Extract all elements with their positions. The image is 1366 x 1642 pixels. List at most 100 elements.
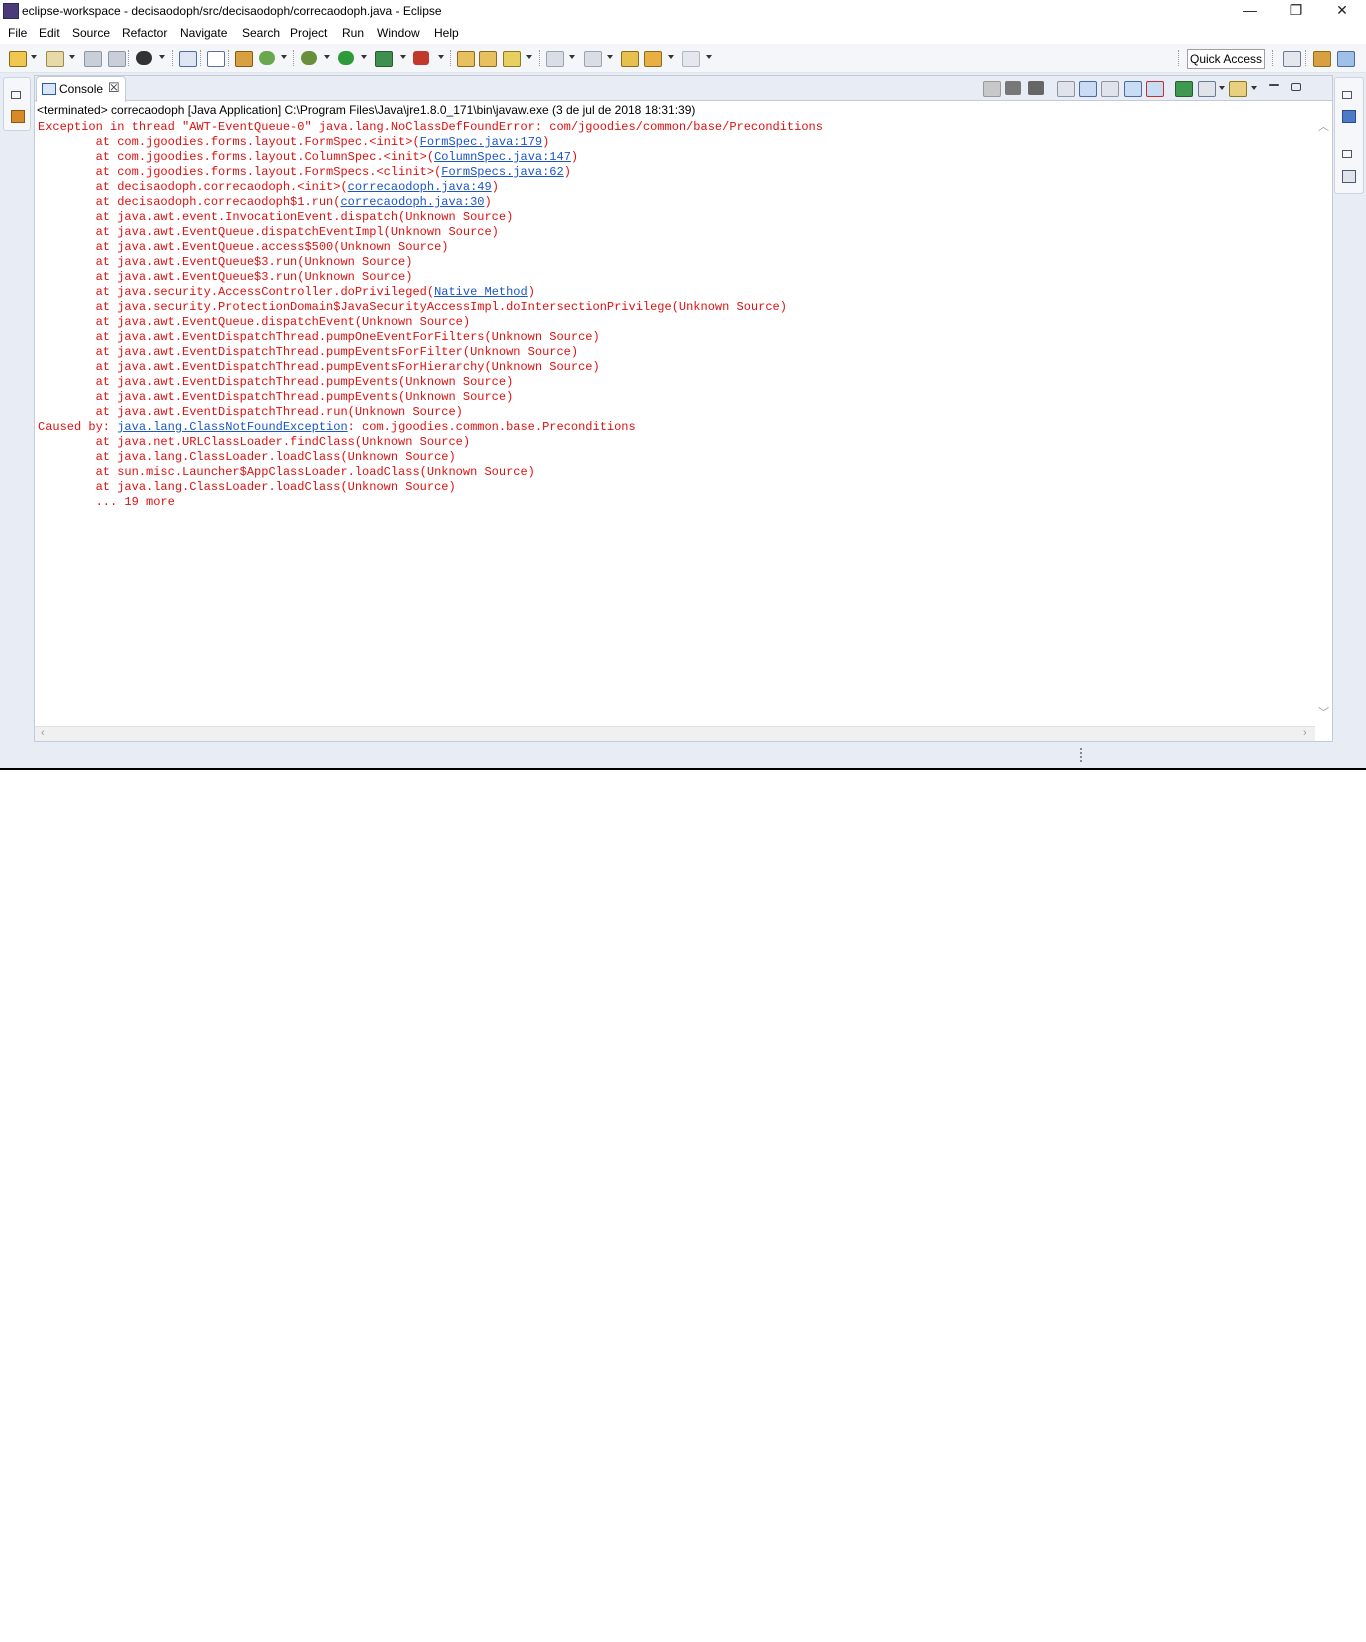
remove-launch-icon[interactable] (1005, 81, 1021, 95)
word-wrap-icon[interactable] (1101, 81, 1119, 97)
coverage-dropdown-icon[interactable] (400, 55, 406, 59)
menu-search[interactable]: Search (242, 26, 280, 40)
stack-trace-link[interactable]: ColumnSpec.java:147 (434, 150, 571, 164)
restore-icon[interactable] (1342, 150, 1352, 158)
new-java-class-icon[interactable] (259, 51, 275, 65)
terminal-icon[interactable] (179, 51, 197, 67)
menu-source[interactable]: Source (72, 26, 110, 40)
outline-icon[interactable] (1342, 110, 1356, 123)
previous-annotation-icon[interactable] (584, 51, 602, 67)
console-launch-header: <terminated> correcaodoph [Java Applicat… (37, 103, 696, 117)
console-line: at java.awt.EventQueue.dispatchEvent(Unk… (38, 315, 1308, 330)
vertical-scrollbar[interactable]: ︿ ﹀ (1315, 118, 1331, 720)
open-console-dropdown-icon[interactable] (1251, 86, 1257, 90)
toolbar-separator (539, 50, 541, 66)
toolbar-separator (228, 50, 230, 66)
menu-edit[interactable]: Edit (39, 26, 60, 40)
console-line: at decisaodoph.correcaodoph$1.run(correc… (38, 195, 1308, 210)
stack-trace-link[interactable]: FormSpec.java:179 (420, 135, 542, 149)
menu-window[interactable]: Window (377, 26, 420, 40)
new-icon[interactable] (9, 51, 27, 67)
console-line-text: at java.lang.ClassLoader.loadClass(Unkno… (38, 480, 456, 494)
run-dropdown-icon[interactable] (361, 55, 367, 59)
next-annotation-icon[interactable] (546, 51, 564, 67)
back-icon[interactable] (644, 51, 662, 67)
console-line: at decisaodoph.correcaodoph.<init>(corre… (38, 180, 1308, 195)
task-list-icon[interactable] (1342, 170, 1356, 183)
scroll-left-icon[interactable]: ‹ (41, 727, 45, 739)
open-console-icon[interactable] (1229, 81, 1247, 97)
save-icon[interactable] (84, 51, 102, 67)
restore-icon[interactable] (11, 91, 21, 99)
stack-trace-link[interactable]: FormSpecs.java:62 (441, 165, 563, 179)
debug-icon[interactable] (301, 51, 317, 65)
close-button[interactable]: ✕ (1319, 0, 1365, 22)
previous-annotation-dropdown-icon[interactable] (607, 55, 613, 59)
new-class-dropdown-icon[interactable] (281, 55, 287, 59)
menu-run[interactable]: Run (342, 26, 364, 40)
scroll-right-icon[interactable]: › (1303, 727, 1307, 739)
show-on-stdout-icon[interactable] (1124, 81, 1142, 97)
next-annotation-dropdown-icon[interactable] (569, 55, 575, 59)
forward-icon[interactable] (682, 51, 700, 67)
terminate-icon[interactable] (983, 81, 1001, 97)
menu-project[interactable]: Project (290, 26, 327, 40)
profile-icon[interactable] (136, 51, 152, 65)
show-on-stderr-icon[interactable] (1146, 81, 1164, 97)
clear-console-icon[interactable] (1057, 81, 1075, 97)
stack-trace-link[interactable]: Native Method (434, 285, 528, 299)
package-explorer-icon[interactable] (11, 110, 25, 123)
back-dropdown-icon[interactable] (668, 55, 674, 59)
tab-console[interactable]: Console ☒ (36, 76, 126, 102)
new-file-icon[interactable] (46, 51, 64, 67)
stack-trace-link[interactable]: java.lang.ClassNotFoundException (117, 420, 347, 434)
restore-button[interactable]: ❐ (1273, 0, 1319, 22)
search-dropdown-icon[interactable] (526, 55, 532, 59)
new-java-package-icon[interactable] (235, 51, 253, 67)
scroll-down-icon[interactable]: ﹀ (1318, 704, 1329, 720)
new-dropdown-icon[interactable] (31, 55, 37, 59)
restore-icon[interactable] (1342, 91, 1352, 99)
new-file-dropdown-icon[interactable] (69, 55, 75, 59)
coverage-icon[interactable] (375, 51, 393, 67)
save-all-icon[interactable] (108, 51, 126, 67)
search-icon[interactable] (503, 51, 521, 67)
scroll-lock-icon[interactable] (1079, 81, 1097, 97)
minimize-view-icon[interactable] (1269, 84, 1279, 86)
skip-breakpoints-icon[interactable] (207, 51, 225, 67)
open-type-icon[interactable] (457, 51, 475, 67)
sash-handle[interactable] (1080, 748, 1084, 762)
java-perspective-icon[interactable] (1337, 51, 1355, 67)
minimize-button[interactable]: — (1227, 0, 1273, 22)
run-icon[interactable] (338, 51, 354, 65)
menu-file[interactable]: File (8, 26, 27, 40)
open-task-icon[interactable] (479, 51, 497, 67)
menu-refactor[interactable]: Refactor (122, 26, 167, 40)
debug-dropdown-icon[interactable] (324, 55, 330, 59)
open-perspective-icon[interactable] (1283, 51, 1301, 67)
maximize-view-icon[interactable] (1291, 83, 1301, 91)
console-view: Console ☒ <terminated> correcaodoph [Jav… (34, 75, 1333, 742)
pin-console-icon[interactable] (1175, 81, 1193, 97)
profile-dropdown-icon[interactable] (159, 55, 165, 59)
stack-trace-link[interactable]: correcaodoph.java:30 (340, 195, 484, 209)
stack-trace-link[interactable]: correcaodoph.java:49 (348, 180, 492, 194)
external-tools-icon[interactable] (413, 51, 429, 65)
toolbar-separator (1272, 50, 1274, 66)
console-line-text: at java.awt.EventDispatchThread.pumpOneE… (38, 330, 600, 344)
horizontal-scrollbar[interactable]: ‹ › (35, 726, 1315, 741)
last-edit-location-icon[interactable] (621, 51, 639, 67)
remove-all-terminated-icon[interactable] (1028, 81, 1044, 95)
close-tab-icon[interactable]: ☒ (108, 80, 120, 96)
menu-navigate[interactable]: Navigate (180, 26, 227, 40)
workbench-area: Console ☒ <terminated> correcaodoph [Jav… (0, 73, 1366, 770)
display-console-icon[interactable] (1198, 81, 1216, 97)
quick-access-field[interactable]: Quick Access (1187, 49, 1265, 69)
forward-dropdown-icon[interactable] (706, 55, 712, 59)
scroll-up-icon[interactable]: ︿ (1318, 118, 1329, 134)
debug-perspective-icon[interactable] (1313, 51, 1331, 67)
external-tools-dropdown-icon[interactable] (438, 55, 444, 59)
display-console-dropdown-icon[interactable] (1219, 86, 1225, 90)
menu-help[interactable]: Help (434, 26, 459, 40)
console-output[interactable]: Exception in thread "AWT-EventQueue-0" j… (38, 120, 1308, 510)
